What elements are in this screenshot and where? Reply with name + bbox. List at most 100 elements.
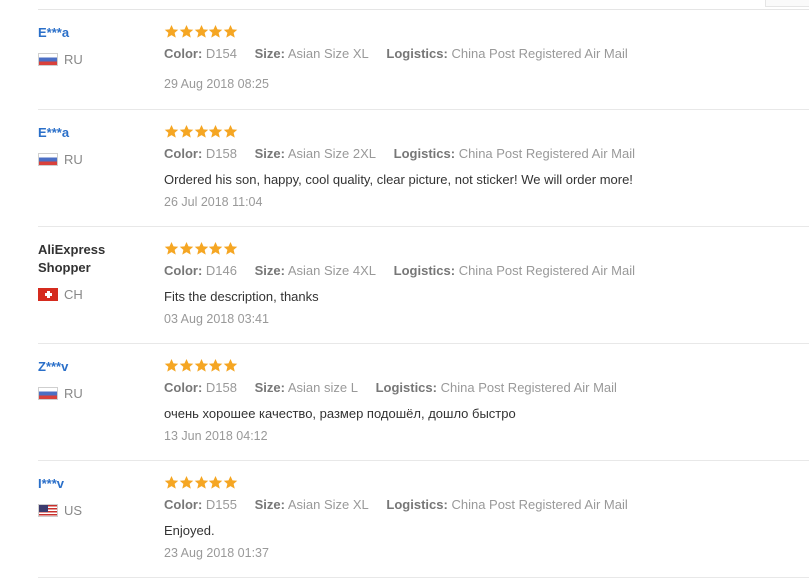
star-icon (179, 241, 194, 256)
order-info: Color: D155 Size: Asian Size XL Logistic… (164, 497, 628, 512)
star-icon (164, 24, 179, 39)
usa-flag-icon (38, 504, 58, 517)
reviewer-country: RU (38, 152, 83, 167)
size-label: Size: (254, 146, 285, 161)
logistics-label: Logistics: (393, 146, 456, 161)
star-icon (179, 475, 194, 490)
review-text: Ordered his son, happy, cool quality, cl… (164, 172, 633, 187)
country-code: RU (64, 52, 83, 67)
size-value: Asian Size 4XL (287, 263, 377, 278)
review-content: Color: D154 Size: Asian Size XL Logistic… (164, 24, 804, 91)
review-divider (38, 343, 809, 344)
color-label: Color: (164, 263, 203, 278)
reviewer-info: E***a RU (38, 24, 148, 67)
star-icon (223, 241, 238, 256)
star-icon (194, 124, 209, 139)
reviewer-name[interactable]: E***a (38, 124, 148, 142)
review-text: Enjoyed. (164, 523, 215, 538)
reviewer-name[interactable]: I***v (38, 475, 148, 493)
star-icon (208, 358, 223, 373)
size-value: Asian size L (287, 380, 358, 395)
star-icon (223, 24, 238, 39)
size-value: Asian Size 2XL (287, 146, 377, 161)
switzerland-flag-icon (38, 288, 58, 301)
color-value: D158 (205, 380, 237, 395)
review-divider (38, 226, 809, 227)
color-label: Color: (164, 146, 203, 161)
star-icon (164, 358, 179, 373)
review-date: 03 Aug 2018 03:41 (164, 312, 269, 326)
logistics-value: China Post Registered Air Mail (451, 497, 628, 512)
color-label: Color: (164, 46, 203, 61)
size-label: Size: (254, 263, 285, 278)
country-code: RU (64, 152, 83, 167)
size-label: Size: (254, 46, 285, 61)
order-info: Color: D146 Size: Asian Size 4XL Logisti… (164, 263, 635, 278)
country-code: US (64, 503, 83, 518)
star-icon (208, 124, 223, 139)
review-text: Fits the description, thanks (164, 289, 319, 304)
reviewer-country: US (38, 503, 82, 518)
review-divider (38, 460, 809, 461)
logistics-label: Logistics: (386, 46, 448, 61)
logistics-value: China Post Registered Air Mail (458, 146, 635, 161)
review-date: 13 Jun 2018 04:12 (164, 429, 268, 443)
country-code: CH (64, 287, 83, 302)
star-icon (223, 358, 238, 373)
logistics-label: Logistics: (393, 263, 456, 278)
logistics-value: China Post Registered Air Mail (458, 263, 635, 278)
star-icon (194, 358, 209, 373)
reviewer-info: AliExpress Shopper CH (38, 241, 148, 302)
star-icon (208, 24, 223, 39)
reviewer-country: RU (38, 386, 83, 401)
size-value: Asian Size XL (287, 497, 369, 512)
reviewer-country: CH (38, 287, 83, 302)
review-date: 26 Jul 2018 11:04 (164, 195, 263, 209)
star-icon (164, 241, 179, 256)
star-icon (208, 241, 223, 256)
review-text: очень хорошее качество, размер подошёл, … (164, 406, 516, 421)
order-info: Color: D158 Size: Asian size L Logistics… (164, 380, 617, 395)
logistics-label: Logistics: (386, 497, 448, 512)
star-icon (194, 241, 209, 256)
star-icon (223, 124, 238, 139)
color-label: Color: (164, 380, 203, 395)
review-divider (38, 109, 809, 110)
list-top-border (38, 9, 809, 10)
russia-flag-icon (38, 387, 58, 400)
reviewer-info: Z***v RU (38, 358, 148, 401)
russia-flag-icon (38, 153, 58, 166)
order-info: Color: D154 Size: Asian Size XL Logistic… (164, 46, 628, 61)
star-icon (179, 24, 194, 39)
star-rating (164, 475, 804, 491)
color-value: D158 (205, 146, 237, 161)
star-icon (194, 24, 209, 39)
review-content: Color: D158 Size: Asian Size 2XL Logisti… (164, 124, 804, 209)
reviewer-info: E***a RU (38, 124, 148, 167)
reviewer-info: I***v US (38, 475, 148, 518)
reviewer-country: RU (38, 52, 83, 67)
review-date: 29 Aug 2018 08:25 (164, 77, 269, 91)
star-icon (208, 475, 223, 490)
order-info: Color: D158 Size: Asian Size 2XL Logisti… (164, 146, 635, 161)
reviewer-name[interactable]: AliExpress Shopper (38, 241, 118, 277)
size-label: Size: (254, 380, 285, 395)
star-rating (164, 241, 804, 257)
reviewer-name[interactable]: E***a (38, 24, 148, 42)
reviewer-name[interactable]: Z***v (38, 358, 148, 376)
size-value: Asian Size XL (287, 46, 369, 61)
color-value: D146 (205, 263, 237, 278)
review-content: Color: D146 Size: Asian Size 4XL Logisti… (164, 241, 804, 326)
top-right-control-edge (765, 0, 809, 7)
russia-flag-icon (38, 53, 58, 66)
star-rating (164, 124, 804, 140)
logistics-value: China Post Registered Air Mail (440, 380, 617, 395)
star-rating (164, 358, 804, 374)
star-icon (194, 475, 209, 490)
country-code: RU (64, 386, 83, 401)
review-date: 23 Aug 2018 01:37 (164, 546, 269, 560)
star-icon (179, 124, 194, 139)
star-icon (223, 475, 238, 490)
color-value: D155 (205, 497, 237, 512)
color-label: Color: (164, 497, 203, 512)
